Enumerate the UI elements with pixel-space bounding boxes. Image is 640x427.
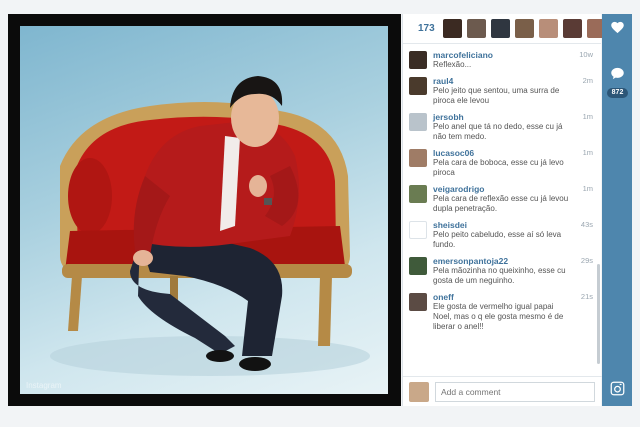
comment-timestamp: 2m [582, 76, 593, 85]
comment-timestamp: 43s [580, 220, 593, 229]
commenter-avatar[interactable] [409, 51, 427, 69]
comment-item: jersobh Pelo anel que tá no dedo, esse cu… [409, 112, 593, 142]
commenter-avatar[interactable] [409, 185, 427, 203]
add-comment-input[interactable] [435, 381, 595, 402]
comment-username[interactable]: raul4 [433, 76, 571, 86]
comment-text: Reflexão... [433, 60, 472, 69]
post-photo[interactable]: Instagram [20, 26, 388, 394]
instagram-camera-icon[interactable] [610, 381, 625, 396]
comment-username[interactable]: veigarodrigo [433, 184, 571, 194]
comments-list: marcofeliciano Reflexão... 10w raul4 Pelo je… [403, 44, 601, 332]
comment-count-badge: 872 [607, 88, 628, 98]
comment-username[interactable]: marcofeliciano [433, 50, 571, 60]
photo-frame: Instagram [8, 14, 401, 406]
comment-item: emersonpantoja22 Pela mãozinha no queixin… [409, 256, 593, 286]
commenter-avatar[interactable] [409, 221, 427, 239]
comment-timestamp: 10w [579, 50, 593, 59]
comment-username[interactable]: emersonpantoja22 [433, 256, 571, 266]
comment-timestamp: 29s [580, 256, 593, 265]
current-user-avatar [409, 381, 429, 402]
liker-avatar[interactable] [562, 19, 582, 38]
photo-illustration [50, 76, 370, 376]
comment-timestamp: 21s [580, 292, 593, 301]
comment-text: Ele gosta de vermelho igual papai Noel, … [433, 302, 564, 331]
comment-bubble-icon[interactable] [609, 66, 626, 81]
comments-panel: 173 marcofeliciano Reflexão... 10w raul4 Pel… [402, 14, 606, 406]
commenter-avatar[interactable] [409, 257, 427, 275]
comment-timestamp: 1m [582, 148, 593, 157]
comment-username[interactable]: oneff [433, 292, 571, 302]
comment-item: lucasoc06 Pela cara de boboca, esse cu já… [409, 148, 593, 178]
comment-item: raul4 Pelo jeito que sentou, uma surra de… [409, 76, 593, 106]
comment-text: Pela cara de boboca, esse cu já levo pir… [433, 158, 564, 177]
like-heart-icon[interactable] [609, 20, 626, 35]
likers-list [442, 19, 611, 38]
comment-username[interactable]: sheisdei [433, 220, 571, 230]
comment-timestamp: 1m [582, 184, 593, 193]
action-sidebar: 872 [602, 14, 632, 406]
likes-count[interactable]: 173 [418, 23, 435, 34]
liker-avatar[interactable] [442, 19, 462, 38]
comment-username[interactable]: lucasoc06 [433, 148, 571, 158]
comment-text: Pela mãozinha no queixinho, esse cu gost… [433, 266, 566, 285]
commenter-avatar[interactable] [409, 113, 427, 131]
liker-avatar[interactable] [466, 19, 486, 38]
commenter-avatar[interactable] [409, 149, 427, 167]
liker-avatar[interactable] [538, 19, 558, 38]
liker-avatar[interactable] [490, 19, 510, 38]
comment-timestamp: 1m [582, 112, 593, 121]
commenter-avatar[interactable] [409, 77, 427, 95]
add-comment-row [403, 376, 602, 406]
comment-username[interactable]: jersobh [433, 112, 571, 122]
liker-avatar[interactable] [514, 19, 534, 38]
comment-text: Pelo anel que tá no dedo, esse cu já não… [433, 122, 563, 141]
commenter-avatar[interactable] [409, 293, 427, 311]
comment-item: oneff Ele gosta de vermelho igual papai N… [409, 292, 593, 332]
likes-row: 173 [403, 14, 606, 44]
photo-watermark: Instagram [26, 381, 62, 390]
comment-text: Pelo peito cabeludo, esse aí só leva fun… [433, 230, 562, 249]
comment-item: marcofeliciano Reflexão... 10w [409, 50, 593, 70]
comment-text: Pelo jeito que sentou, uma surra de piro… [433, 86, 560, 105]
comment-item: veigarodrigo Pela cara de reflexão esse c… [409, 184, 593, 214]
comments-scrollbar[interactable] [597, 264, 600, 364]
comment-text: Pela cara de reflexão esse cu já levou d… [433, 194, 569, 213]
comment-item: sheisdei Pelo peito cabeludo, esse aí só … [409, 220, 593, 250]
